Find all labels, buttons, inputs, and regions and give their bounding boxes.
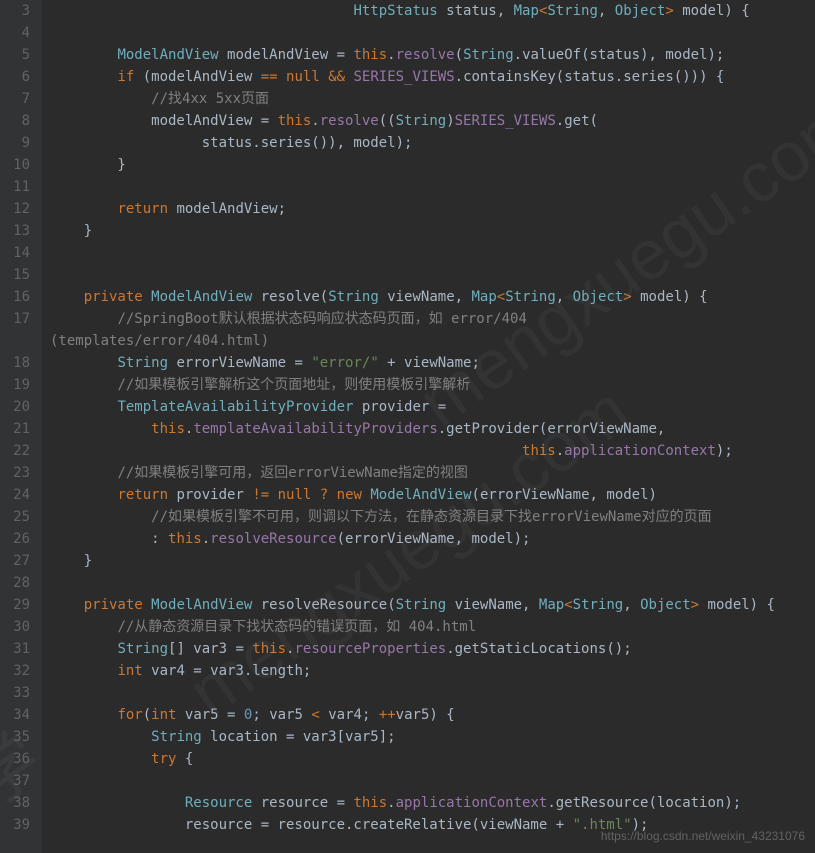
line-number: 10 <box>8 154 30 176</box>
code-line[interactable]: } <box>50 154 815 176</box>
line-number: 5 <box>8 44 30 66</box>
code-line[interactable] <box>50 176 815 198</box>
line-number: 22 <box>8 440 30 462</box>
code-line[interactable]: String[] var3 = this.resourceProperties.… <box>50 638 815 660</box>
code-line[interactable]: String errorViewName = "error/" + viewNa… <box>50 352 815 374</box>
code-area[interactable]: HttpStatus status, Map<String, Object> m… <box>42 0 815 853</box>
line-number: 4 <box>8 22 30 44</box>
code-line[interactable]: if (modelAndView == null && SERIES_VIEWS… <box>50 66 815 88</box>
line-number: 29 <box>8 594 30 616</box>
code-line[interactable]: (templates/error/404.html) <box>50 330 815 352</box>
code-line[interactable] <box>50 770 815 792</box>
line-number: 14 <box>8 242 30 264</box>
line-number: 26 <box>8 528 30 550</box>
code-line[interactable]: for(int var5 = 0; var5 < var4; ++var5) { <box>50 704 815 726</box>
code-line[interactable]: return provider != null ? new ModelAndVi… <box>50 484 815 506</box>
code-line[interactable] <box>50 242 815 264</box>
line-number: 28 <box>8 572 30 594</box>
line-number: 39 <box>8 814 30 836</box>
line-number: 38 <box>8 792 30 814</box>
code-line[interactable]: } <box>50 220 815 242</box>
code-line[interactable]: TemplateAvailabilityProvider provider = <box>50 396 815 418</box>
line-number: 37 <box>8 770 30 792</box>
line-number: 17 <box>8 308 30 330</box>
line-number: 16 <box>8 286 30 308</box>
code-line[interactable]: return modelAndView; <box>50 198 815 220</box>
line-number: 32 <box>8 660 30 682</box>
line-number: 20 <box>8 396 30 418</box>
line-number: 31 <box>8 638 30 660</box>
code-line[interactable]: //找4xx 5xx页面 <box>50 88 815 110</box>
line-number <box>8 330 30 352</box>
code-line[interactable] <box>50 22 815 44</box>
code-line[interactable]: private ModelAndView resolveResource(Str… <box>50 594 815 616</box>
code-line[interactable]: modelAndView = this.resolve((String)SERI… <box>50 110 815 132</box>
line-number: 35 <box>8 726 30 748</box>
code-line[interactable]: int var4 = var3.length; <box>50 660 815 682</box>
line-number: 34 <box>8 704 30 726</box>
line-number: 18 <box>8 352 30 374</box>
code-line[interactable]: this.applicationContext); <box>50 440 815 462</box>
line-number: 21 <box>8 418 30 440</box>
line-number: 13 <box>8 220 30 242</box>
line-number: 36 <box>8 748 30 770</box>
code-line[interactable]: HttpStatus status, Map<String, Object> m… <box>50 0 815 22</box>
line-number: 24 <box>8 484 30 506</box>
code-line[interactable]: //如果模板引擎可用，返回errorViewName指定的视图 <box>50 462 815 484</box>
line-number: 27 <box>8 550 30 572</box>
line-number: 23 <box>8 462 30 484</box>
code-line[interactable]: //如果模板引擎不可用，则调以下方法，在静态资源目录下找errorViewNam… <box>50 506 815 528</box>
code-line[interactable]: : this.resolveResource(errorViewName, mo… <box>50 528 815 550</box>
line-gutter: 3456789101112131415161718192021222324252… <box>0 0 42 853</box>
code-line[interactable] <box>50 682 815 704</box>
code-line[interactable]: //SpringBoot默认根据状态码响应状态码页面，如 error/404 <box>50 308 815 330</box>
code-line[interactable]: try { <box>50 748 815 770</box>
code-line[interactable]: private ModelAndView resolve(String view… <box>50 286 815 308</box>
line-number: 11 <box>8 176 30 198</box>
code-line[interactable] <box>50 264 815 286</box>
line-number: 6 <box>8 66 30 88</box>
code-editor[interactable]: 3456789101112131415161718192021222324252… <box>0 0 815 853</box>
code-line[interactable]: String location = var3[var5]; <box>50 726 815 748</box>
code-line[interactable]: //从静态资源目录下找状态码的错误页面，如 404.html <box>50 616 815 638</box>
code-line[interactable]: ModelAndView modelAndView = this.resolve… <box>50 44 815 66</box>
code-line[interactable] <box>50 572 815 594</box>
line-number: 12 <box>8 198 30 220</box>
line-number: 8 <box>8 110 30 132</box>
line-number: 19 <box>8 374 30 396</box>
line-number: 7 <box>8 88 30 110</box>
code-line[interactable]: status.series()), model); <box>50 132 815 154</box>
line-number: 33 <box>8 682 30 704</box>
line-number: 25 <box>8 506 30 528</box>
line-number: 9 <box>8 132 30 154</box>
code-line[interactable]: } <box>50 550 815 572</box>
code-line[interactable]: Resource resource = this.applicationCont… <box>50 792 815 814</box>
line-number: 15 <box>8 264 30 286</box>
footer-url: https://blog.csdn.net/weixin_43231076 <box>601 825 805 847</box>
code-line[interactable]: this.templateAvailabilityProviders.getPr… <box>50 418 815 440</box>
line-number: 30 <box>8 616 30 638</box>
line-number: 3 <box>8 0 30 22</box>
code-line[interactable]: //如果模板引擎解析这个页面地址，则使用模板引擎解析 <box>50 374 815 396</box>
